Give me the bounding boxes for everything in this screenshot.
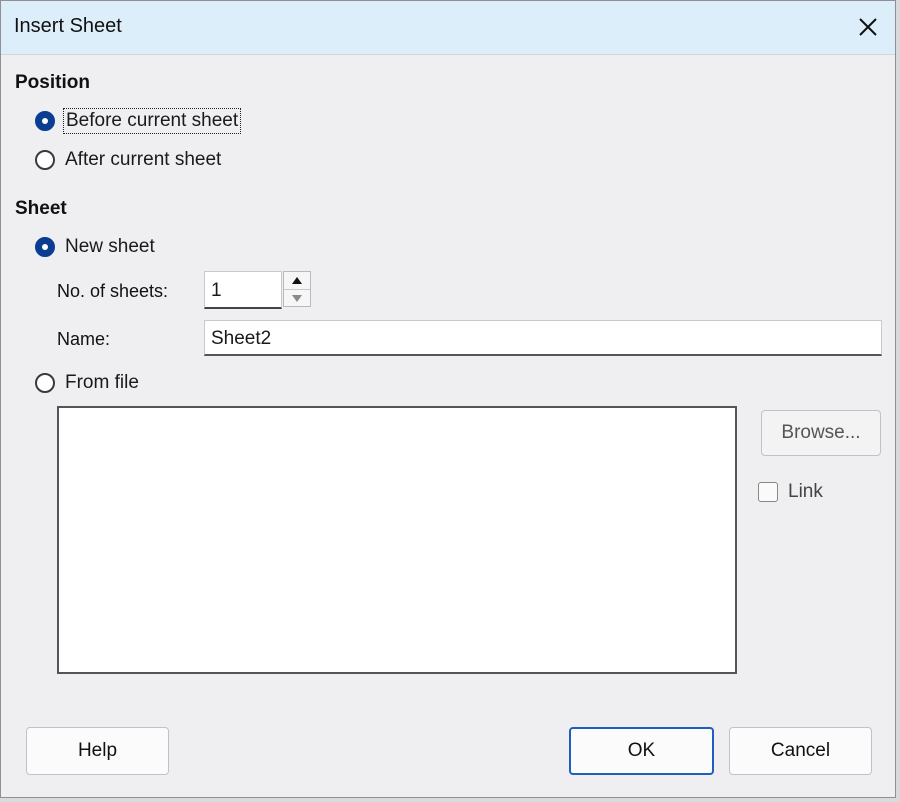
file-sheet-list[interactable]: [57, 406, 737, 674]
dialog-title: Insert Sheet: [14, 15, 122, 37]
radio-indicator-checked[interactable]: [35, 237, 55, 257]
before-current-sheet-label: Before current sheet: [62, 108, 242, 134]
spin-up-button[interactable]: [284, 272, 310, 290]
triangle-down-icon: [292, 295, 302, 302]
from-file-label: From file: [65, 372, 139, 393]
ok-button[interactable]: OK: [569, 727, 714, 775]
link-label: Link: [788, 481, 823, 502]
link-checkbox-row[interactable]: Link: [758, 481, 823, 503]
cancel-button[interactable]: Cancel: [729, 727, 872, 775]
radio-before-current-sheet[interactable]: Before current sheet: [35, 108, 242, 134]
sheet-section-label: Sheet: [15, 198, 67, 219]
link-checkbox[interactable]: [758, 482, 778, 502]
triangle-up-icon: [292, 277, 302, 284]
browse-button[interactable]: Browse...: [761, 410, 881, 456]
radio-indicator[interactable]: [35, 150, 55, 170]
radio-from-file[interactable]: From file: [35, 372, 139, 394]
no-of-sheets-input[interactable]: 1: [204, 271, 282, 309]
close-icon: [859, 18, 877, 36]
name-label: Name:: [57, 329, 111, 349]
radio-after-current-sheet[interactable]: After current sheet: [35, 149, 221, 171]
radio-indicator[interactable]: [35, 373, 55, 393]
sheet-name-input[interactable]: Sheet2: [204, 320, 882, 356]
close-button[interactable]: [847, 7, 889, 47]
position-section-label: Position: [15, 72, 90, 93]
help-button[interactable]: Help: [26, 727, 169, 775]
title-bar: Insert Sheet: [1, 1, 895, 55]
radio-indicator-checked[interactable]: [35, 111, 55, 131]
radio-new-sheet[interactable]: New sheet: [35, 236, 155, 258]
new-sheet-label: New sheet: [65, 236, 155, 257]
no-of-sheets-label: No. of sheets:: [57, 281, 169, 301]
spin-down-button[interactable]: [284, 290, 310, 307]
after-current-sheet-label: After current sheet: [65, 149, 222, 170]
no-of-sheets-stepper[interactable]: [283, 271, 311, 307]
insert-sheet-dialog: Insert Sheet Position Before current she…: [0, 0, 896, 798]
